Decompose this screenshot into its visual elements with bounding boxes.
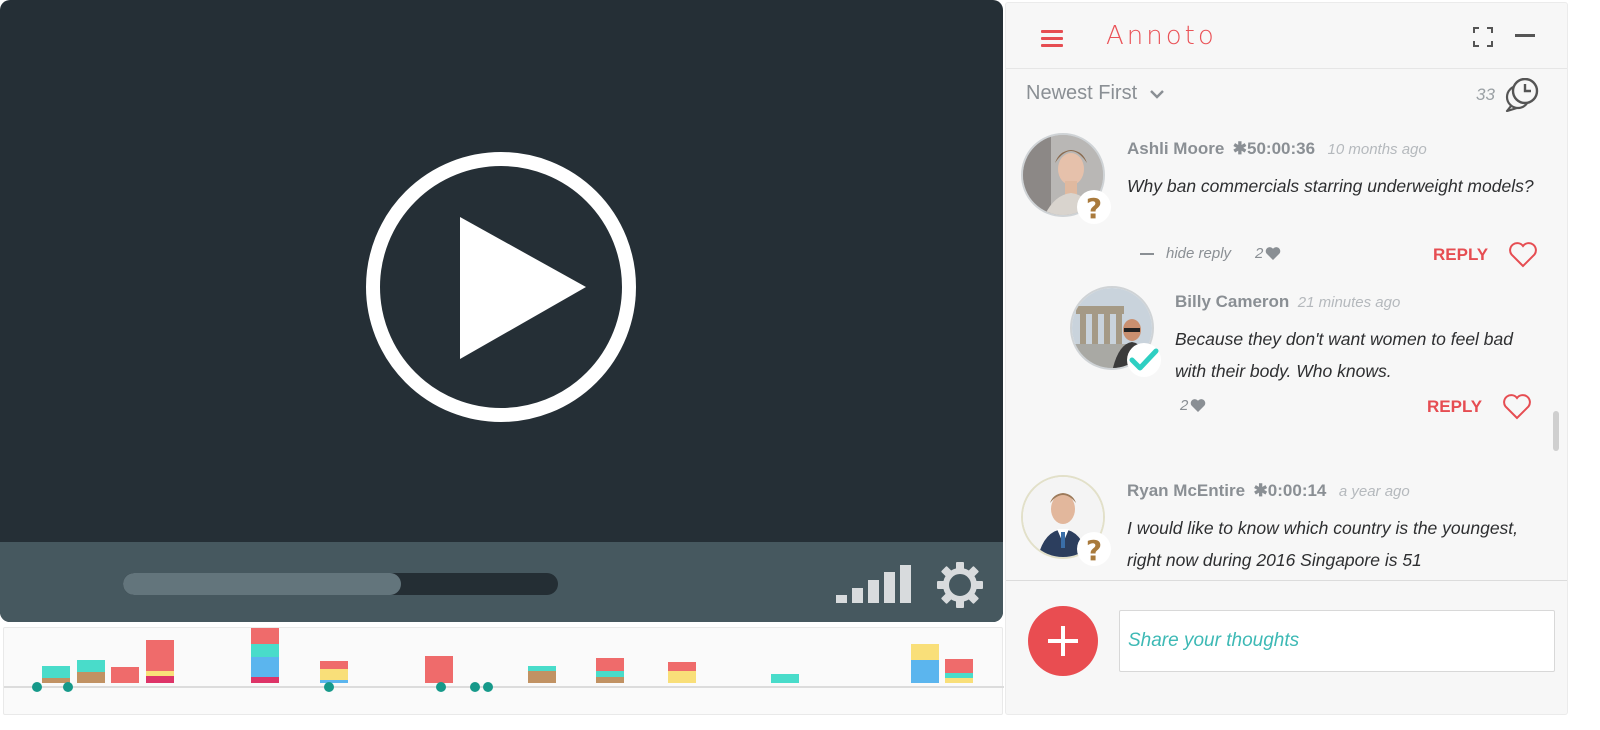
add-comment-button[interactable] (1028, 606, 1098, 676)
question-icon: ? (1077, 190, 1111, 225)
timeline-bar-segment (668, 671, 696, 683)
timeline-bar-segment (596, 658, 624, 671)
timeline-bar-segment (146, 665, 174, 671)
timeline-bar-segment (528, 666, 556, 671)
comment-count: 33 (1476, 85, 1495, 104)
hide-reply-label: hide reply (1166, 245, 1232, 262)
comment-meta: Ashli Moore ✱50:00:36 10 months ago (1127, 139, 1427, 159)
question-icon: ? (1077, 532, 1111, 567)
timeline-bar-segment (251, 677, 279, 683)
sidebar-header: Annoto (1006, 3, 1567, 69)
timeline-bar-segment (320, 661, 348, 669)
comment-time-ago: 10 months ago (1327, 141, 1427, 158)
chevron-down-icon (1150, 89, 1164, 99)
scrollbar-thumb[interactable] (1553, 411, 1559, 451)
gear-icon[interactable] (937, 562, 983, 608)
timeline-bar-segment (77, 672, 105, 683)
svg-text:?: ? (1086, 534, 1102, 567)
timeline-bar-segment (42, 678, 70, 683)
like-count-value: 2 (1255, 245, 1264, 262)
reply-time-ago: 21 minutes ago (1297, 294, 1401, 311)
player-controls (0, 542, 1003, 622)
timeline-marker-dot[interactable] (32, 682, 42, 692)
comment-timestamp[interactable]: ✱0:00:14 (1254, 481, 1327, 500)
timeline-bar-segment (911, 644, 939, 660)
timeline-bar-segment (146, 676, 174, 683)
timeline-bar-segment (251, 657, 279, 677)
timeline-marker-dot[interactable] (324, 682, 334, 692)
timeline-chart (4, 628, 1004, 692)
hide-reply-toggle[interactable]: hide reply (1140, 245, 1231, 262)
comment-text: I would like to know which country is th… (1127, 518, 1519, 570)
reply-meta: Billy Cameron 21 minutes ago (1175, 292, 1400, 312)
timeline-bar-segment (320, 669, 348, 680)
heart-icon[interactable] (1502, 393, 1532, 421)
reply-author[interactable]: Billy Cameron (1175, 292, 1289, 311)
timeline-bar-segment (146, 671, 174, 676)
like-count[interactable]: 2 (1180, 397, 1206, 414)
timeline-bar-segment (668, 662, 696, 671)
timeline-bar-segment (77, 660, 105, 672)
comments-clock-icon[interactable] (1503, 78, 1539, 112)
comment-input[interactable] (1119, 610, 1555, 672)
play-icon[interactable] (365, 151, 637, 423)
heart-filled-icon (1266, 247, 1281, 260)
timeline-bar-segment (111, 667, 139, 683)
annoto-sidebar: Annoto Newest First 33 ? Ashli Moore ✱50… (1005, 2, 1568, 715)
timeline-bar-segment (425, 656, 453, 683)
timeline-bar-segment (945, 678, 973, 683)
reply-button[interactable]: REPLY (1433, 245, 1488, 265)
svg-text:?: ? (1086, 192, 1102, 225)
annotation-timeline[interactable] (3, 627, 1004, 715)
timeline-bar-segment (528, 671, 556, 683)
progress-bar[interactable] (123, 573, 558, 595)
timeline-bar-segment (42, 666, 70, 678)
comment-text: Why ban commercials starring underweight… (1127, 176, 1534, 196)
comment-timestamp[interactable]: ✱50:00:36 (1233, 139, 1315, 158)
logo: Annoto (1106, 21, 1217, 51)
like-count-value: 2 (1180, 397, 1189, 414)
timeline-marker-dot[interactable] (470, 682, 480, 692)
reply-button[interactable]: REPLY (1427, 397, 1482, 417)
heart-icon[interactable] (1508, 241, 1538, 269)
progress-fill (123, 573, 402, 595)
signal-quality-icon[interactable] (836, 565, 912, 603)
sort-bar: Newest First 33 (1006, 70, 1567, 120)
timeline-bar-segment (911, 660, 939, 683)
heart-filled-icon (1191, 399, 1206, 412)
timeline-marker-dot[interactable] (483, 682, 493, 692)
comment-author[interactable]: Ryan McEntire (1127, 481, 1245, 500)
comment-meta: Ryan McEntire ✱0:00:14 a year ago (1127, 481, 1410, 501)
expand-icon[interactable] (1471, 25, 1495, 49)
like-count[interactable]: 2 (1255, 245, 1281, 262)
timeline-track (4, 686, 1004, 688)
sort-label: Newest First (1026, 82, 1138, 104)
comment-time-ago: a year ago (1338, 483, 1410, 500)
check-icon (1127, 343, 1161, 377)
timeline-bar-segment (146, 640, 174, 665)
comment-list[interactable]: ? Ashli Moore ✱50:00:36 10 months ago Wh… (1006, 121, 1567, 581)
comment-author[interactable]: Ashli Moore (1127, 139, 1224, 158)
timeline-bar-segment (596, 671, 624, 677)
sort-dropdown[interactable]: Newest First (1026, 82, 1165, 105)
timeline-marker-dot[interactable] (436, 682, 446, 692)
timeline-bar-segment (945, 659, 973, 673)
timeline-marker-dot[interactable] (63, 682, 73, 692)
divider (1006, 580, 1567, 581)
plus-icon (1048, 626, 1078, 656)
reply-text: Because they don't want women to feel ba… (1175, 329, 1514, 381)
timeline-bar-segment (945, 673, 973, 678)
timeline-bar-segment (771, 674, 799, 683)
timeline-bar-segment (320, 680, 348, 683)
timeline-bar-segment (251, 644, 279, 657)
hamburger-icon[interactable] (1036, 26, 1068, 52)
timeline-bar-segment (251, 628, 279, 644)
video-player[interactable] (0, 0, 1003, 622)
minimize-icon[interactable] (1515, 34, 1535, 37)
timeline-bar-segment (596, 677, 624, 683)
minus-icon (1140, 253, 1154, 256)
scrollbar[interactable] (1553, 121, 1559, 581)
